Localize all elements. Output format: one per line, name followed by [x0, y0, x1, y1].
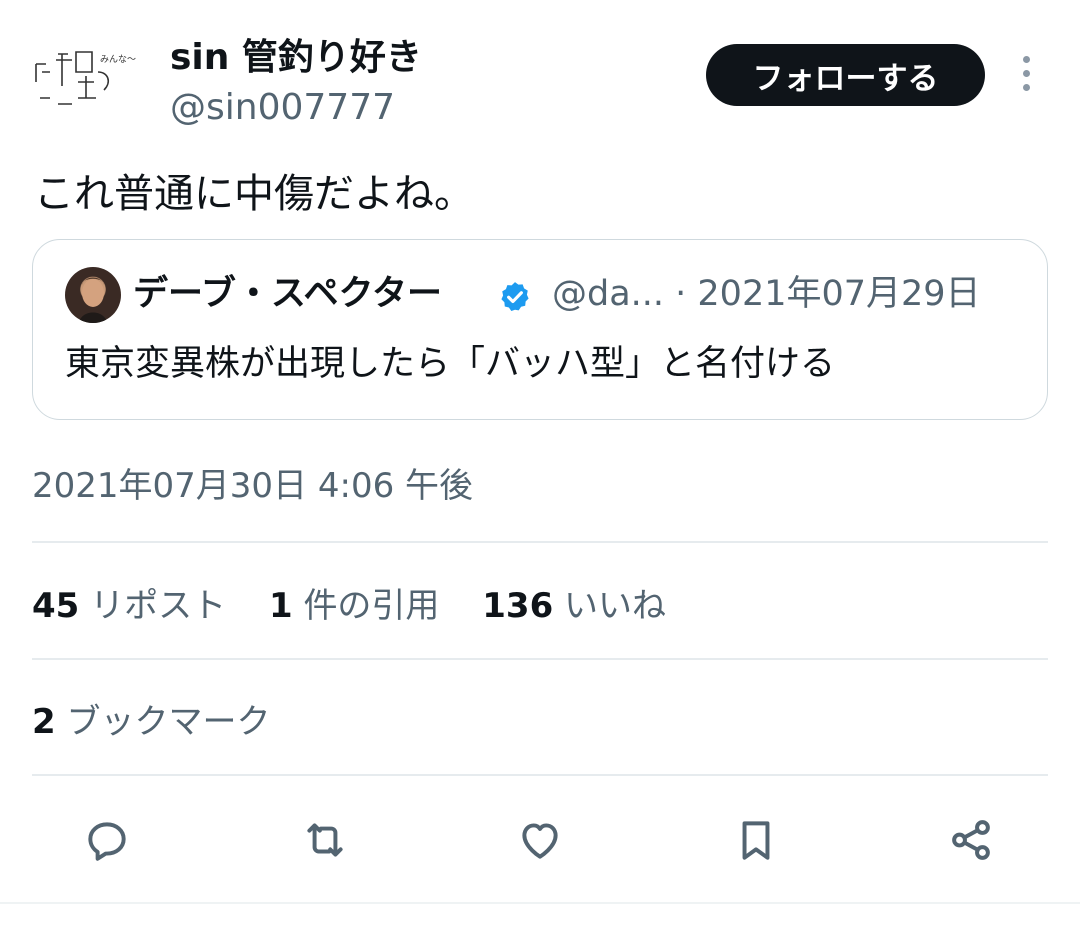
bottom-divider — [0, 902, 1080, 904]
quoted-tweet-card[interactable]: デーブ・スペクター @da... · 2021年07月29日 東京変異株が出現し… — [32, 239, 1048, 420]
quotes-stat[interactable]: 1 件の引用 — [269, 586, 439, 626]
like-button[interactable] — [512, 812, 568, 868]
avatar[interactable]: みんな〜 — [28, 42, 136, 108]
bookmarks-stat[interactable]: 2 ブックマーク — [32, 696, 270, 748]
repost-button[interactable] — [297, 812, 353, 868]
quote-text: 東京変異株が出現したら「バッハ型」と名付ける — [65, 344, 836, 384]
quote-author-name[interactable]: デーブ・スペクター — [133, 270, 442, 318]
reply-icon — [88, 822, 126, 861]
avatar-text: みんな〜 — [100, 54, 136, 65]
verified-icon — [501, 282, 529, 312]
quote-handle-date: @da... · 2021年07月29日 — [552, 274, 981, 314]
share-button[interactable] — [943, 812, 999, 868]
more-icon[interactable] — [1014, 56, 1038, 96]
follow-button[interactable]: フォローする — [706, 44, 985, 106]
reposts-stat[interactable]: 45 リポスト — [32, 586, 226, 626]
repost-icon — [307, 823, 343, 857]
share-icon — [952, 820, 990, 860]
author-display-name[interactable]: sin 管釣り好き — [170, 34, 422, 82]
tweet-timestamp[interactable]: 2021年07月30日 4:06 午後 — [32, 460, 473, 512]
divider — [32, 541, 1048, 543]
likes-stat[interactable]: 136 いいね — [482, 586, 666, 626]
engagement-stats: 45 リポスト 1 件の引用 136 いいね — [32, 580, 698, 632]
reply-button[interactable] — [79, 812, 135, 868]
bookmark-icon — [742, 821, 770, 860]
divider — [32, 774, 1048, 776]
tweet-text: これ普通に中傷だよね。 — [34, 171, 474, 217]
author-handle[interactable]: @sin007777 — [170, 84, 395, 132]
like-icon — [522, 823, 558, 859]
divider — [32, 658, 1048, 660]
quote-avatar[interactable] — [65, 267, 121, 323]
bookmark-button[interactable] — [728, 812, 784, 868]
